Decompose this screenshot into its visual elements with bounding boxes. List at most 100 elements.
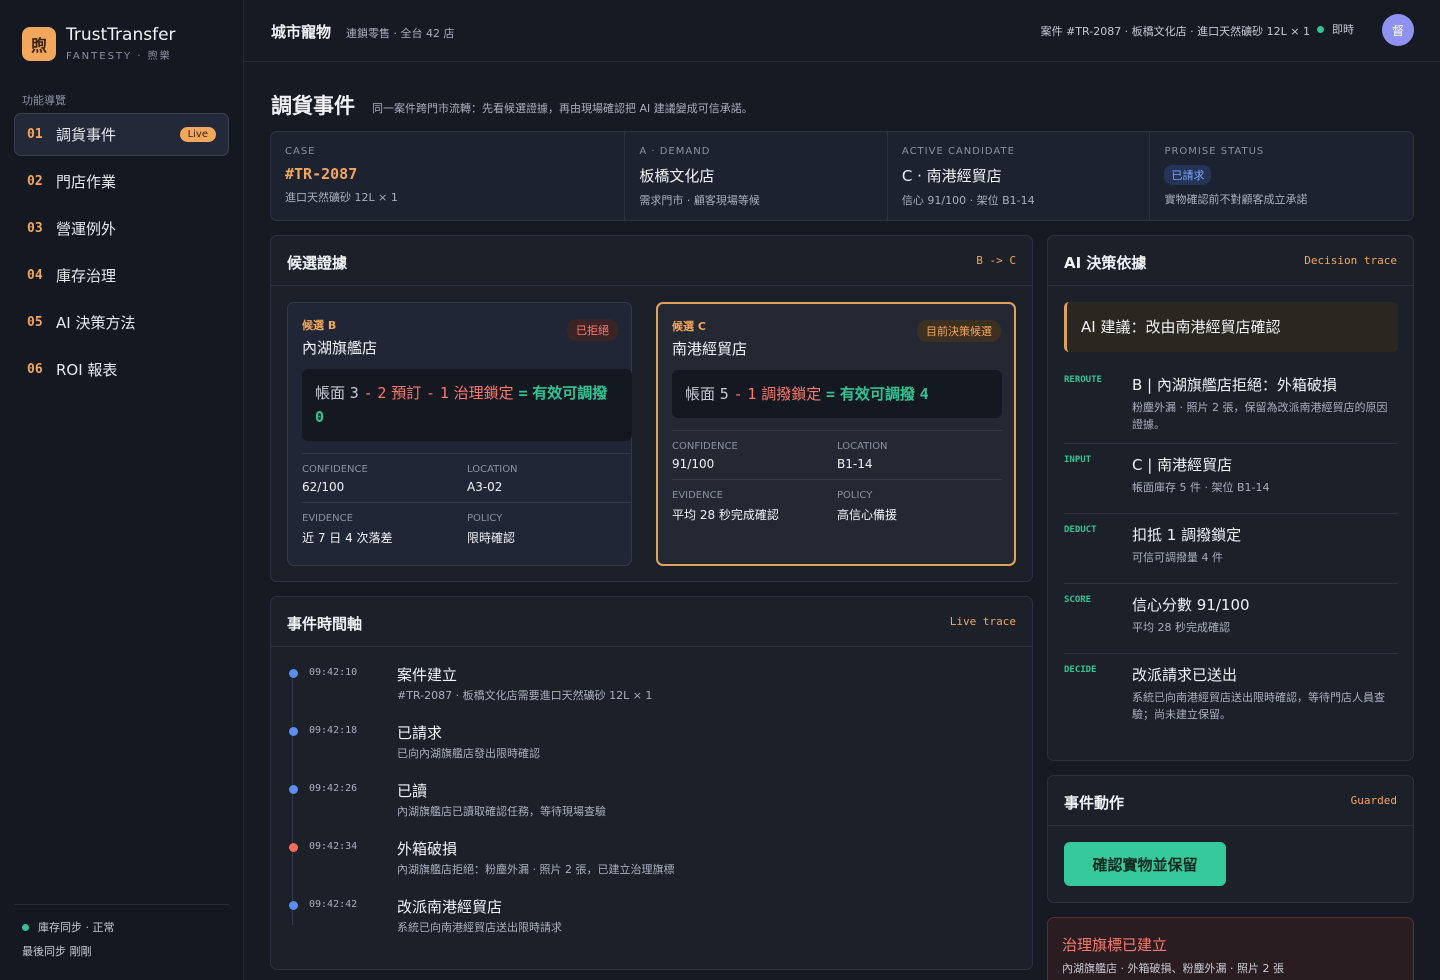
meta-confidence: CONFIDENCE 91/100 xyxy=(672,441,837,471)
formula-number: 5 xyxy=(719,385,729,403)
meta-label: CONFIDENCE xyxy=(672,441,738,452)
case-item: 進口天然礦砂 12L × 1 xyxy=(285,191,398,204)
timeline-item[interactable]: 09:42:26 已讀 內湖旗艦店已讀取確認任務，等待現場查驗 xyxy=(287,779,1007,837)
timeline-dot-icon xyxy=(289,727,298,736)
panel-head: 候選證據 B -> C xyxy=(271,236,1032,286)
trace-body: 平均 28 秒完成確認 xyxy=(1132,621,1230,634)
candidate-tag: 候選 B xyxy=(302,319,337,332)
sidebar: 煦 TrustTransfer FANTESTY · 煦樂 功能導覽 01 調貨… xyxy=(0,0,244,980)
meta-label: EVIDENCE xyxy=(672,490,723,501)
nav-num: 05 xyxy=(27,315,43,330)
sidebar-item-ai-method[interactable]: 05 AI 決策方法 xyxy=(14,301,229,344)
timeline-item[interactable]: 09:42:42 改派南港經貿店 系統已向南港經貿店送出限時請求 xyxy=(287,895,1007,953)
case-summary: CASE #TR-2087 進口天然礦砂 12L × 1 A · DEMAND … xyxy=(270,131,1414,221)
meta-policy: POLICY 限時確認 xyxy=(467,513,632,546)
avatar[interactable]: 督 xyxy=(1382,14,1414,46)
nav-num: 02 xyxy=(27,174,43,189)
status-dot-icon xyxy=(22,923,29,931)
candidate-store: C · 南港經貿店 xyxy=(901,167,1002,185)
status-badge: 已請求 xyxy=(1164,165,1212,185)
timeline-list: 09:42:10 案件建立 #TR-2087 · 板橋文化店需要進口天然礦砂 1… xyxy=(287,663,1007,953)
timeline-item[interactable]: 09:42:34 外箱破損 內湖旗艦店拒絕：粉塵外漏 · 照片 2 張，已建立治… xyxy=(287,837,1007,895)
meta-label: CONFIDENCE xyxy=(302,464,368,475)
panel-title: AI 決策依據 xyxy=(1064,254,1147,272)
panel-title: 事件時間軸 xyxy=(287,615,363,633)
meta-label: POLICY xyxy=(837,490,873,501)
meta-confidence: CONFIDENCE 62/100 xyxy=(302,464,467,494)
brand-text: TrustTransfer FANTESTY · 煦樂 xyxy=(66,25,176,62)
formula-number: 2 xyxy=(377,384,387,402)
nav-title: 功能導覽 xyxy=(22,94,66,107)
sync-status: 庫存同步 · 正常 最後同步 剛剛 xyxy=(14,904,229,959)
demand-note: 需求門市 · 顧客現場等候 xyxy=(639,194,760,207)
trace-step: DECIDE 改派請求已送出 系統已向南港經貿店送出限時確認，等待門店人員查驗；… xyxy=(1064,654,1398,733)
meta-value: 近 7 日 4 次落差 xyxy=(302,531,393,545)
panel-head: 事件動作 Guarded xyxy=(1048,776,1413,826)
meta-label: LOCATION xyxy=(837,441,888,452)
trace-key: DEDUCT xyxy=(1064,525,1097,535)
candidate-card-b[interactable]: 候選 B 內湖旗艦店 已拒絕 帳面 3 - 2 預訂 - 1 治理鎖定 = 有效… xyxy=(287,302,632,566)
sidebar-item-roi-report[interactable]: 06 ROI 報表 xyxy=(14,348,229,391)
timeline-alert-dot-icon xyxy=(289,843,298,852)
candidate-note: 信心 91/100 · 架位 B1-14 xyxy=(901,194,1035,207)
candidate-tag: 候選 C xyxy=(672,320,706,333)
summary-label: ACTIVE CANDIDATE xyxy=(901,146,1015,157)
governance-flag-alert: 治理旗標已建立 內湖旗艦店 · 外箱破損、粉塵外漏 · 照片 2 張 xyxy=(1047,917,1414,980)
case-context: 案件 #TR-2087 · 板橋文化店 · 進口天然礦砂 12L × 1 xyxy=(1040,25,1310,38)
timeline-item[interactable]: 09:42:10 案件建立 #TR-2087 · 板橋文化店需要進口天然礦砂 1… xyxy=(287,663,1007,721)
meta-policy: POLICY 高信心備援 xyxy=(837,490,1002,523)
trace-head: C | 南港經貿店 xyxy=(1132,456,1233,474)
alert-desc: 內湖旗艦店 · 外箱破損、粉塵外漏 · 照片 2 張 xyxy=(1062,962,1284,975)
formula-term: 治理鎖定 xyxy=(453,384,514,402)
org-title: 城市寵物 xyxy=(271,23,332,41)
trace-body: 可信可調撥量 4 件 xyxy=(1132,551,1223,564)
summary-demand: A · DEMAND 板橋文化店 需求門市 · 顧客現場等候 xyxy=(625,132,888,220)
sidebar-item-transfer-events[interactable]: 01 調貨事件 Live xyxy=(14,113,229,156)
meta-row: CONFIDENCE 91/100 LOCATION B1-14 xyxy=(672,430,1002,479)
formula-operator: = xyxy=(826,385,836,403)
sidebar-item-inventory-governance[interactable]: 04 庫存治理 xyxy=(14,254,229,297)
sidebar-item-exceptions[interactable]: 03 營運例外 xyxy=(14,207,229,250)
live-badge: Live xyxy=(179,127,216,142)
timeline-time: 09:42:10 xyxy=(309,667,358,678)
candidate-card-c[interactable]: 候選 C 南港經貿店 目前決策候選 帳面 5 - 1 調撥鎖定 = 有效可調撥 … xyxy=(656,302,1016,566)
summary-label: A · DEMAND xyxy=(639,146,711,157)
trace-body: 系統已向南港經貿店送出限時確認，等待門店人員查驗；尚未建立保留。 xyxy=(1132,691,1385,721)
formula-number: 3 xyxy=(349,384,359,402)
panel-tag: Guarded xyxy=(1350,794,1397,807)
meta-value: 平均 28 秒完成確認 xyxy=(672,508,779,522)
sidebar-nav: 01 調貨事件 Live 02 門店作業 03 營運例外 04 庫存治理 05 … xyxy=(14,113,229,395)
panel-tag: Live trace xyxy=(949,615,1016,628)
timeline-item[interactable]: 09:42:18 已請求 已向內湖旗艦店發出限時確認 xyxy=(287,721,1007,779)
timeline-desc: 系統已向南港經貿店送出限時請求 xyxy=(397,921,562,934)
meta-value: 91/100 xyxy=(672,457,715,471)
availability-formula: 帳面 3 - 2 預訂 - 1 治理鎖定 = 有效可調撥 0 xyxy=(302,369,632,441)
timeline-time: 09:42:18 xyxy=(309,725,358,736)
status-badge: 目前決策候選 xyxy=(917,320,1001,342)
ai-decision-panel: AI 決策依據 Decision trace AI 建議：改由南港經貿店確認 R… xyxy=(1047,235,1414,761)
timeline-desc: 內湖旗艦店拒絕：粉塵外漏 · 照片 2 張，已建立治理旗標 xyxy=(397,863,675,876)
meta-label: LOCATION xyxy=(467,464,518,475)
panel-head: AI 決策依據 Decision trace xyxy=(1048,236,1413,286)
trace-head: B | 內湖旗艦店拒絕：外箱破損 xyxy=(1132,376,1337,394)
panel-title: 候選證據 xyxy=(287,254,348,272)
sidebar-item-store-ops[interactable]: 02 門店作業 xyxy=(14,160,229,203)
nav-num: 01 xyxy=(27,127,43,142)
trace-key: REROUTE xyxy=(1064,375,1102,385)
timeline-time: 09:42:34 xyxy=(309,841,358,852)
brand[interactable]: 煦 TrustTransfer FANTESTY · 煦樂 xyxy=(22,25,176,62)
nav-num: 06 xyxy=(27,362,43,377)
formula-term: 帳面 xyxy=(315,384,346,402)
candidate-meta: CONFIDENCE 91/100 LOCATION B1-14 EVIDENC… xyxy=(672,430,1002,531)
confirm-and-hold-button[interactable]: 確認實物並保留 xyxy=(1064,842,1226,886)
alert-title: 治理旗標已建立 xyxy=(1062,936,1168,954)
timeline-time: 09:42:42 xyxy=(309,899,358,910)
formula-number: 1 xyxy=(747,385,757,403)
trace-step: SCORE 信心分數 91/100 平均 28 秒完成確認 xyxy=(1064,584,1398,654)
formula-operator: = xyxy=(518,384,528,402)
timeline-title: 已讀 xyxy=(397,782,428,800)
meta-label: POLICY xyxy=(467,513,503,524)
trace-step: REROUTE B | 內湖旗艦店拒絕：外箱破損 粉塵外漏 · 照片 2 張，保… xyxy=(1064,364,1398,444)
trace-head: 信心分數 91/100 xyxy=(1132,596,1250,614)
panel-tag: Decision trace xyxy=(1304,254,1397,267)
